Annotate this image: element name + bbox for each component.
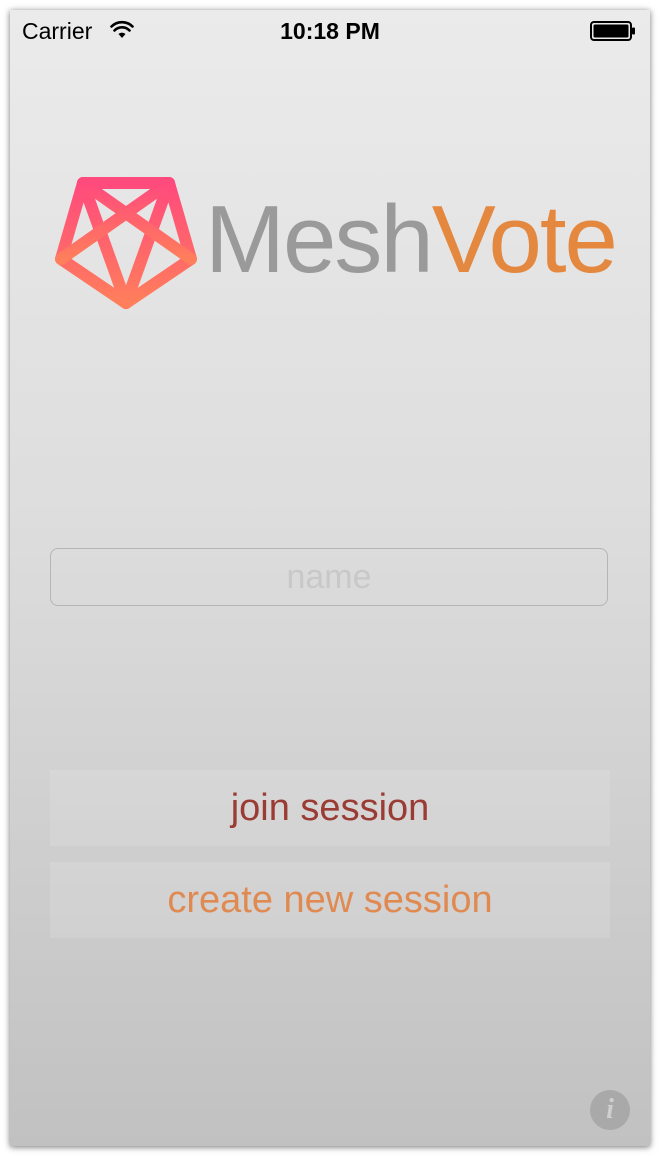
status-bar: Carrier 10:18 PM	[10, 10, 650, 50]
app-screen: Carrier 10:18 PM MeshVote name join sess…	[10, 10, 650, 1146]
name-input[interactable]	[50, 548, 608, 606]
logo: MeshVote	[55, 175, 618, 315]
create-session-button[interactable]: create new session	[50, 862, 610, 938]
join-session-button[interactable]: join session	[50, 770, 610, 846]
app-name-mesh: Mesh	[205, 186, 434, 293]
app-name: MeshVote	[205, 185, 618, 295]
info-icon[interactable]: i	[590, 1090, 630, 1130]
battery-icon	[590, 21, 635, 41]
clock: 10:18 PM	[280, 18, 380, 44]
pentagon-mesh-icon	[55, 177, 197, 309]
app-name-vote: Vote	[431, 186, 618, 293]
